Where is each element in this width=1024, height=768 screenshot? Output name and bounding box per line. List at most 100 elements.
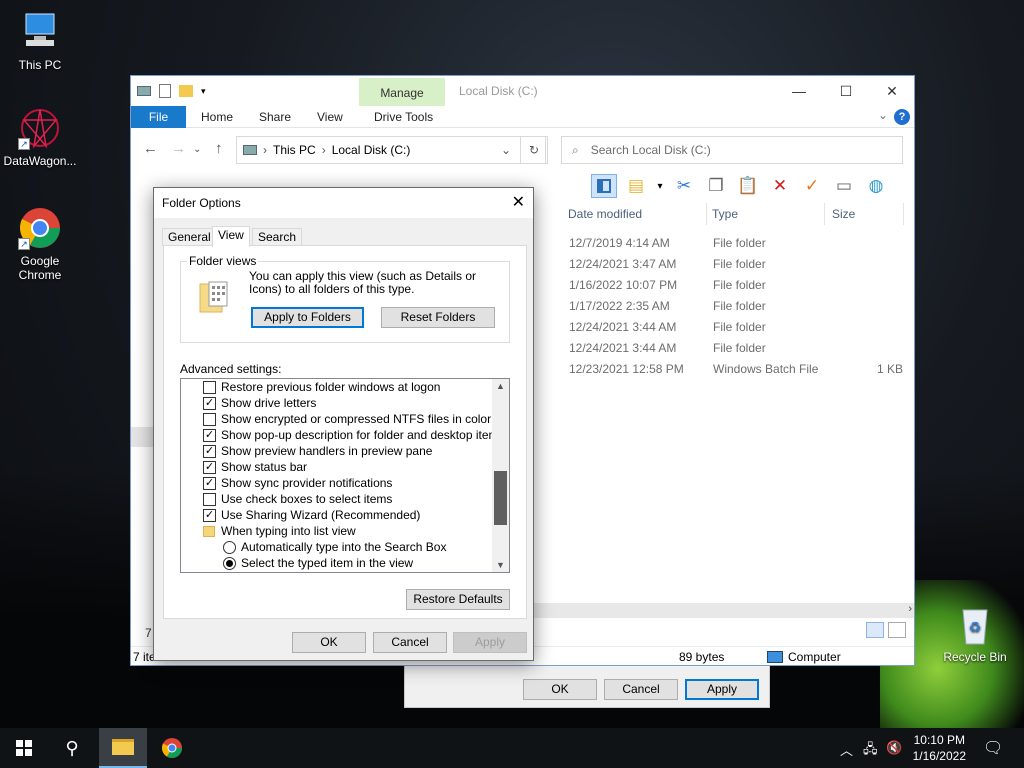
globe-icon[interactable]: ◍	[863, 174, 889, 198]
scroll-down-icon[interactable]: ▼	[492, 560, 509, 570]
delete-icon[interactable]: ✕	[767, 174, 793, 198]
checkbox-checked[interactable]: ✓	[203, 476, 216, 490]
scroll-right-icon[interactable]: ›	[908, 603, 912, 615]
taskbar-chrome[interactable]	[148, 728, 196, 768]
table-row[interactable]: 12/24/2021 3:44 AM File folder	[569, 338, 909, 359]
tab-view[interactable]: View	[212, 226, 250, 247]
scroll-up-icon[interactable]: ▲	[492, 381, 509, 391]
nav-pane-selection[interactable]	[131, 427, 155, 447]
taskbar-clock[interactable]: 10:10 PM 1/16/2022	[913, 732, 966, 764]
search-input[interactable]: ⌕ Search Local Disk (C:)	[561, 136, 903, 164]
rename-icon[interactable]: ▭	[831, 174, 857, 198]
address-field[interactable]: › This PC › Local Disk (C:) ⌄	[236, 136, 546, 164]
check-icon[interactable]: ✓	[799, 174, 825, 198]
column-separator[interactable]	[824, 203, 825, 225]
checkbox[interactable]	[203, 412, 216, 426]
checkbox-checked[interactable]: ✓	[203, 396, 216, 410]
expand-ribbon-icon[interactable]: ⌄	[878, 108, 888, 122]
notifications-icon[interactable]: 🗨	[983, 738, 1003, 758]
up-icon[interactable]: ↑	[215, 140, 223, 157]
column-date-modified[interactable]: Date modified	[568, 203, 642, 225]
apply-button[interactable]: Apply	[685, 679, 759, 700]
tab-drive-tools[interactable]: Drive Tools	[374, 106, 433, 128]
desktop-icon-this-pc[interactable]: This PC	[0, 10, 80, 72]
ok-button[interactable]: OK	[523, 679, 597, 700]
list-item[interactable]: ✓ Use Sharing Wizard (Recommended)	[203, 507, 420, 523]
large-icons-view-icon[interactable]	[888, 622, 906, 638]
table-row[interactable]: 1/16/2022 10:07 PM File folder	[569, 275, 909, 296]
breadcrumb-local-disk[interactable]: Local Disk (C:)	[332, 143, 411, 157]
manage-tab[interactable]: Manage	[359, 78, 445, 106]
address-dropdown-icon[interactable]: ⌄	[501, 143, 511, 157]
column-size[interactable]: Size	[832, 203, 855, 225]
new-folder-icon[interactable]	[179, 85, 193, 97]
close-icon[interactable]: ✕	[869, 76, 915, 106]
list-item[interactable]: Restore previous folder windows at logon	[203, 379, 440, 395]
list-item[interactable]: Select the typed item in the view	[223, 555, 413, 571]
checkbox[interactable]	[203, 380, 216, 394]
desktop-icon-recycle-bin[interactable]: ♻ Recycle Bin	[935, 602, 1015, 664]
table-row[interactable]: 12/24/2021 3:47 AM File folder	[569, 254, 909, 275]
tab-home[interactable]: Home	[201, 106, 233, 128]
customize-qat-icon[interactable]: ▾	[201, 86, 206, 97]
table-row[interactable]: 12/23/2021 12:58 PM Windows Batch File 1 K…	[569, 359, 909, 380]
refresh-icon[interactable]: ↻	[520, 136, 548, 164]
desktop-icon-chrome[interactable]: ↗ Google Chrome	[0, 206, 80, 282]
column-separator[interactable]	[706, 203, 707, 225]
checkbox-checked[interactable]: ✓	[203, 508, 216, 522]
column-separator[interactable]	[903, 203, 904, 225]
minimize-icon[interactable]: —	[776, 76, 822, 106]
dropdown-arrow-icon[interactable]: ▾	[655, 174, 665, 198]
checkbox-checked[interactable]: ✓	[203, 444, 216, 458]
copy-icon[interactable]: ❐	[703, 174, 729, 198]
search-button[interactable]: ⚲	[48, 728, 96, 768]
vertical-scrollbar[interactable]: ▲ ▼	[492, 379, 509, 572]
folder-note-icon[interactable]: ▤	[623, 174, 649, 198]
volume-muted-icon[interactable]: 🔇	[886, 740, 902, 756]
list-item[interactable]: ✓ Show pop-up description for folder and …	[203, 427, 505, 443]
table-row[interactable]: 12/7/2019 4:14 AM File folder	[569, 233, 909, 254]
start-button[interactable]	[0, 728, 48, 768]
tab-share[interactable]: Share	[259, 106, 291, 128]
breadcrumb-separator-icon[interactable]: ›	[322, 143, 326, 157]
network-icon[interactable]: 🖧	[863, 740, 878, 762]
apply-to-folders-button[interactable]: Apply to Folders	[251, 307, 364, 328]
list-item[interactable]: ✓ Show status bar	[203, 459, 307, 475]
column-type[interactable]: Type	[712, 203, 738, 225]
paste-icon[interactable]: 📋	[735, 174, 761, 198]
checkbox-checked[interactable]: ✓	[203, 460, 216, 474]
list-item[interactable]: Show encrypted or compressed NTFS files …	[203, 411, 491, 427]
close-icon[interactable]: ✕	[512, 192, 525, 212]
breadcrumb-separator-icon[interactable]: ›	[263, 143, 267, 157]
list-item[interactable]: ✓ Show drive letters	[203, 395, 316, 411]
cut-icon[interactable]: ✂	[671, 174, 697, 198]
reset-folders-button[interactable]: Reset Folders	[381, 307, 495, 328]
list-item[interactable]: Automatically type into the Search Box	[223, 539, 446, 555]
properties-icon[interactable]	[159, 84, 171, 98]
radio-button[interactable]	[223, 540, 236, 554]
ok-button[interactable]: OK	[292, 632, 366, 653]
list-item[interactable]: ✓ Show preview handlers in preview pane	[203, 443, 432, 459]
back-icon[interactable]: ←	[143, 140, 158, 157]
details-view-icon[interactable]	[866, 622, 884, 638]
tab-search[interactable]: Search	[252, 228, 303, 246]
help-icon[interactable]: ?	[894, 109, 910, 125]
breadcrumb-this-pc[interactable]: This PC	[273, 143, 316, 157]
cancel-button[interactable]: Cancel	[373, 632, 447, 653]
maximize-icon[interactable]: ☐	[823, 76, 869, 106]
checkbox-checked[interactable]: ✓	[203, 428, 216, 442]
tab-file[interactable]: File	[131, 106, 186, 128]
table-row[interactable]: 1/17/2022 2:35 AM File folder	[569, 296, 909, 317]
forward-icon[interactable]: →	[171, 140, 186, 157]
recent-locations-icon[interactable]: ⌄	[193, 144, 201, 155]
drive-icon[interactable]	[137, 86, 151, 96]
taskbar-file-explorer[interactable]	[99, 728, 147, 768]
desktop-icon-datawagon[interactable]: ↗ DataWagon...	[0, 106, 80, 168]
radio-button-selected[interactable]	[223, 556, 236, 570]
tab-general[interactable]: General	[162, 228, 217, 246]
table-row[interactable]: 12/24/2021 3:44 AM File folder	[569, 317, 909, 338]
list-item[interactable]: ✓ Show sync provider notifications	[203, 475, 392, 491]
preview-pane-icon[interactable]	[591, 174, 617, 198]
list-item[interactable]: Use check boxes to select items	[203, 491, 392, 507]
show-hidden-icons-icon[interactable]: ︿	[840, 740, 853, 759]
